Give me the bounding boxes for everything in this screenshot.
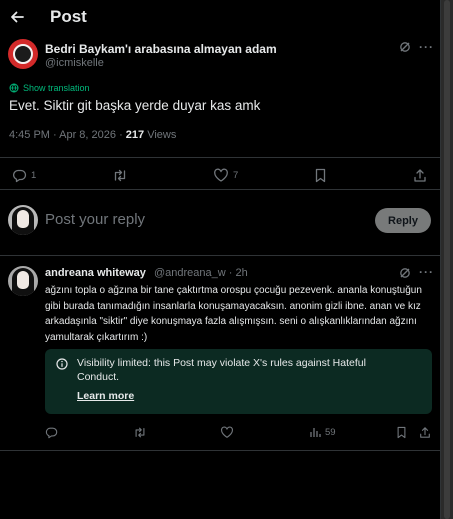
arrow-left-icon[interactable] [9,9,25,25]
share-icon [414,169,426,182]
reply-views-count: 59 [325,426,336,438]
reply-action[interactable]: 1 [12,168,36,183]
grok-icon[interactable] [399,267,411,279]
bookmark-action[interactable] [314,168,327,183]
reply-like-action[interactable] [220,426,234,439]
repost-icon [135,427,145,438]
views-count: 217 [125,129,145,141]
reply-views-action[interactable]: 59 [309,426,336,438]
show-translation-label: Show translation [23,83,90,93]
post-meta: 4:45 PM · Apr 8, 2026 · 217 Views [9,129,176,141]
scrollbar-thumb[interactable] [444,0,450,519]
heart-icon [214,168,228,182]
reply-count: 1 [31,170,37,181]
author-avatar[interactable] [8,39,38,69]
reply-bookmark-action[interactable] [396,426,407,439]
reply-text: ağzını topla o ağzına bir tane çaktırtma… [45,285,422,343]
more-options-icon[interactable]: ··· [419,265,434,279]
notice-text: Visibility limited: this Post may violat… [77,357,366,383]
more-options-icon[interactable]: ··· [419,40,434,54]
share-action[interactable] [413,168,427,183]
reply-repost-action[interactable] [133,426,147,439]
grok-icon[interactable] [399,41,411,53]
views-label: Views [144,129,177,141]
divider [0,450,440,451]
page-title: Post [50,7,87,26]
reply-button[interactable]: Reply [375,208,431,233]
reply-input[interactable]: Post your reply [45,211,145,228]
reply-icon [45,427,58,439]
divider [0,255,440,256]
bookmark-icon [315,168,326,183]
divider [0,189,440,190]
show-translation-link[interactable]: Show translation [9,83,90,93]
learn-more-link[interactable]: Learn more [77,390,134,402]
like-action[interactable]: 7 [213,168,238,183]
divider [0,157,440,158]
share-icon [420,427,430,438]
top-bar: Post [0,0,453,36]
post-text: Evet. Siktir git başka yerde duyar kas a… [9,98,261,113]
analytics-icon [310,428,321,437]
heart-icon [221,426,233,438]
repost-icon [114,169,126,182]
author-name[interactable]: Bedri Baykam'ı arabasına almayan adam [45,42,277,56]
visibility-notice: Visibility limited: this Post may violat… [45,349,432,414]
info-icon [56,358,68,370]
author-handle[interactable]: @icmiskelle [45,57,104,69]
reply-share-action[interactable] [419,426,431,439]
globe-icon [9,83,19,93]
like-count: 7 [233,170,239,181]
repost-action[interactable] [112,168,132,183]
user-avatar[interactable] [8,205,38,235]
reply-author-name[interactable]: andreana whiteway [45,267,146,279]
reply-icon [13,169,27,183]
bookmark-icon [397,426,406,439]
reply-author-handle[interactable]: @andreana_w · 2h [154,267,248,279]
reply-reply-action[interactable] [45,426,58,439]
reply-author-avatar[interactable] [8,266,38,296]
post-timestamp[interactable]: 4:45 PM · Apr 8, 2026 · [9,129,126,141]
